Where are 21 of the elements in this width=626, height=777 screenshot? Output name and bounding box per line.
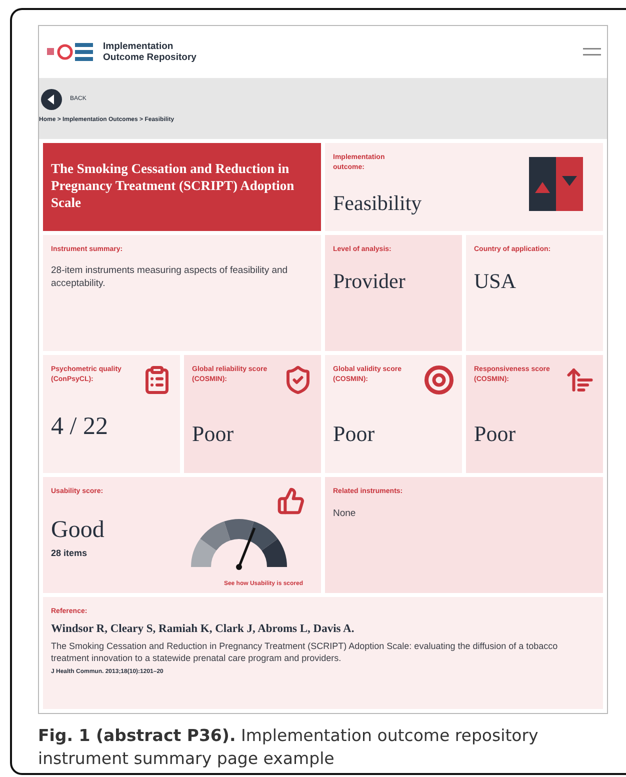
score-value: Poor <box>333 421 376 447</box>
instrument-title: The Smoking Cessation and Reduction in Pregnancy Treatment (SCRIPT) Adoption Scale <box>51 160 296 212</box>
summary-text: 28-item instruments measuring aspects of feasibility and acceptability. <box>51 264 289 290</box>
related-value: None <box>333 508 357 521</box>
target-icon <box>424 365 454 395</box>
country-value: USA <box>474 268 518 294</box>
score-value: Poor <box>192 421 235 447</box>
menu-icon[interactable] <box>583 48 601 56</box>
up-down-triangles-icon <box>529 157 583 211</box>
score-value: Poor <box>474 421 517 447</box>
site-title: Implementation Outcome Repository <box>103 40 198 64</box>
item-count: 28 items <box>51 548 88 558</box>
figure-caption: Fig. 1 (abstract P36). Implementation outcome repository instrument summary page example <box>38 725 540 770</box>
outcome-value: Feasibility <box>333 190 423 216</box>
reference-authors: Windsor R, Cleary S, Ramiah K, Clark J, Abroms L, Davis A. <box>51 622 356 635</box>
thumbs-up-icon <box>277 487 305 515</box>
reference-title: The Smoking Cessation and Reduction in Pregnancy Treatment (SCRIPT) Adoption Scale: evaluating the diffusion of a tobacco treatment innovation to a statewide prenatal care program and providers. <box>51 640 559 664</box>
logo-icon <box>47 42 95 62</box>
usability-value: Good <box>51 517 106 544</box>
score-value: 4 / 22 <box>51 413 109 441</box>
level-value: Provider <box>333 268 406 294</box>
